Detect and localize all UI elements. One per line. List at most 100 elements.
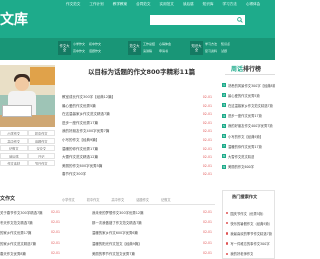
section-tab[interactable]: 高中作文 xyxy=(112,197,125,202)
sidebar-link[interactable]: 日记 xyxy=(27,152,55,159)
top-nav-link[interactable]: 工作计划 xyxy=(89,2,103,7)
ranking-item-title[interactable]: 大雪作文范文精选 xyxy=(228,154,254,159)
category-link[interactable]: 申请书 xyxy=(159,49,171,53)
ranking-item[interactable]: 2 最心爱的作文优秀5篇 xyxy=(222,90,275,100)
list-item[interactable]: 我未来的梦想作文300字优秀12篇 02-01 xyxy=(92,210,212,220)
search-input[interactable] xyxy=(150,15,235,25)
list-item[interactable]: 大雪作文范文精选12篇 02-01 xyxy=(62,155,212,164)
category-link[interactable]: 话题作文 xyxy=(89,49,101,53)
ranking-item-title[interactable]: 进步一座作文优秀17篇 xyxy=(228,113,262,118)
list-item[interactable]: 小写的作文【经典9篇】 02-01 xyxy=(62,138,212,147)
sidebar-link[interactable]: 话题作文 xyxy=(27,137,55,144)
sidebar-link[interactable]: 初中作文 xyxy=(27,130,55,136)
ranking-item[interactable]: 6 小写的作文【经典9篇】 xyxy=(222,131,275,141)
sidebar-link[interactable]: 高中作文 xyxy=(0,137,28,144)
top-nav-link[interactable]: 心得体会 xyxy=(246,2,260,7)
ranking-item-title[interactable]: 我的好朋友作文400字优秀7篇 xyxy=(228,123,273,128)
ranking-item[interactable]: 5 我的好朋友作文400字优秀7篇 xyxy=(222,121,275,131)
ranking-item[interactable]: 4 进步一座作文优秀17篇 xyxy=(222,111,275,121)
list-item[interactable]: 那一次我做错了作文范文精选7篇 02-01 xyxy=(92,220,212,230)
list-item[interactable]: 我的好朋友作文400字优秀7篇 02-01 xyxy=(62,129,212,138)
section-tab[interactable]: 小学作文 xyxy=(62,197,75,202)
item-title[interactable]: 春天作文优秀8篇 xyxy=(0,251,26,259)
list-item[interactable]: 温暖的阳光作文范文【经典9篇】 02-01 xyxy=(92,241,212,251)
category-link[interactable]: 复习资料 xyxy=(205,49,217,53)
category-link[interactable]: 小学作文 xyxy=(73,42,85,46)
hot-item[interactable]: 我最喜欢的季节作文精选7篇 xyxy=(226,228,275,238)
category-link[interactable]: 知识点 xyxy=(221,42,230,46)
top-nav-link[interactable]: 学习方法 xyxy=(222,2,236,7)
list-item[interactable]: 教室成长作文300字【经典12篇】 02-01 xyxy=(62,95,212,104)
list-item[interactable]: 美丽的季节作文范文优秀7篇 02-01 xyxy=(92,251,212,259)
item-title[interactable]: 冬天作文范文精选7篇 xyxy=(0,220,33,230)
list-item[interactable]: 的家乡作文范文精选7篇 02-01 xyxy=(0,241,60,251)
top-nav-link[interactable]: 合同范文 xyxy=(136,2,150,7)
site-logo[interactable]: 文库 xyxy=(0,13,28,27)
hot-item-title[interactable]: 国庆节作文（优秀5篇） xyxy=(230,211,265,216)
list-item[interactable]: 最心爱的作文优秀5篇 02-01 xyxy=(62,104,212,113)
sidebar-link[interactable]: 作文素材 xyxy=(0,160,28,166)
section-tab[interactable]: 话题作文 xyxy=(136,197,149,202)
item-title[interactable]: 在这温馨家乡作文范文精选7篇 xyxy=(62,112,110,121)
featured-image[interactable] xyxy=(0,65,55,127)
ranking-item[interactable]: 1 熟悉的风景作文300字【经典8篇】 xyxy=(222,80,275,90)
top-nav-link[interactable]: 读后感 xyxy=(183,2,194,7)
sidebar-link[interactable]: 小学作文 xyxy=(0,130,28,136)
sidebar-link[interactable]: 议论文 xyxy=(27,145,55,151)
hot-item[interactable]: 国庆节作文（优秀5篇） xyxy=(226,208,275,218)
hot-item-title[interactable]: 快乐的暑假作文（经典9篇） xyxy=(230,221,272,226)
top-nav-link[interactable]: 知识库 xyxy=(203,2,214,7)
hot-item-title[interactable]: 我的好老师作文 xyxy=(230,251,253,256)
featured-title[interactable]: 以目标为话题的作文800字精彩11篇 xyxy=(88,66,195,76)
hot-item[interactable]: 写一件难忘的事作文300字 xyxy=(226,239,275,249)
ranking-item[interactable]: 9 美丽的作文600字 xyxy=(222,162,275,172)
ranking-item-title[interactable]: 熟悉的风景作文300字【经典8篇】 xyxy=(228,83,275,88)
hot-item-title[interactable]: 我最喜欢的季节作文精选7篇 xyxy=(230,231,272,236)
category-label[interactable]: 知识大全 xyxy=(190,41,203,55)
item-title[interactable]: 温暖的你作文优秀17篇 xyxy=(62,147,98,156)
list-item[interactable]: 春天作文优秀8篇 02-01 xyxy=(0,251,60,259)
ranking-item[interactable]: 7 温暖的你作文优秀17篇 xyxy=(222,141,275,151)
item-title[interactable]: 教室成长作文300字【经典12篇】 xyxy=(62,95,115,104)
item-title[interactable]: 关于春节作文300字精选7篇 xyxy=(0,210,43,220)
ranking-item-title[interactable]: 美丽的作文600字 xyxy=(228,164,254,169)
item-title[interactable]: 的家乡作文优秀17篇 xyxy=(0,230,31,240)
top-nav-link[interactable]: 作文范文 xyxy=(66,2,80,7)
category-link[interactable]: 演讲稿 xyxy=(143,49,155,53)
section-tab[interactable]: 初中作文 xyxy=(87,197,100,202)
hot-item[interactable]: 我的好老师作文 xyxy=(226,249,275,259)
category-link[interactable]: 高中作文 xyxy=(73,49,85,53)
item-title[interactable]: 小写的作文【经典9篇】 xyxy=(62,138,99,147)
hot-item[interactable]: 快乐的暑假作文（经典9篇） xyxy=(226,218,275,228)
list-item[interactable]: 关于春节作文300字精选7篇 02-01 xyxy=(0,210,60,220)
top-nav-link[interactable]: 教学教案 xyxy=(113,2,127,7)
search-button[interactable] xyxy=(235,15,245,25)
section-tab[interactable]: 记叙文 xyxy=(161,197,171,202)
item-title[interactable]: 大雪作文范文精选12篇 xyxy=(62,155,98,164)
ranking-item-title[interactable]: 温暖的你作文优秀17篇 xyxy=(228,144,262,149)
item-title[interactable]: 最心爱的作文优秀5篇 xyxy=(62,104,96,113)
item-title[interactable]: 我未来的梦想作文300字优秀12篇 xyxy=(92,210,143,220)
sidebar-link[interactable]: 读后感 xyxy=(0,152,28,159)
category-link[interactable]: 心得体会 xyxy=(159,42,171,46)
ranking-item[interactable]: 3 在这温馨家乡作文范文精选7篇 xyxy=(222,100,275,110)
item-title[interactable]: 温暖的家乡作文600字优秀6篇 xyxy=(92,230,138,240)
top-nav-link[interactable]: 实用范文 xyxy=(160,2,174,7)
sidebar-link[interactable]: 记叙文 xyxy=(0,145,28,151)
list-item[interactable]: 温暖的家乡作文600字优秀6篇 02-01 xyxy=(92,230,212,240)
item-title[interactable]: 那一次我做错了作文范文精选7篇 xyxy=(92,220,142,230)
item-title[interactable]: 美丽的季节作文范文优秀7篇 xyxy=(92,251,135,259)
list-item[interactable]: 的家乡作文优秀17篇 02-01 xyxy=(0,230,60,240)
item-title[interactable]: 春节作文300字 xyxy=(62,172,86,181)
item-title[interactable]: 温暖的阳光作文范文【经典9篇】 xyxy=(92,241,142,251)
category-link[interactable]: 试题 xyxy=(221,49,230,53)
ranking-item-title[interactable]: 在这温馨家乡作文范文精选7篇 xyxy=(228,103,273,108)
ranking-item-title[interactable]: 小写的作文【经典9篇】 xyxy=(228,134,263,139)
list-item[interactable]: 春节作文300字 02-01 xyxy=(62,172,212,181)
list-item[interactable]: 冬天作文范文精选7篇 02-01 xyxy=(0,220,60,230)
category-link[interactable]: 初中作文 xyxy=(89,42,101,46)
list-item[interactable]: 温暖的你作文优秀17篇 02-01 xyxy=(62,147,212,156)
ranking-item[interactable]: 8 大雪作文范文精选 xyxy=(222,151,275,161)
hot-item-title[interactable]: 写一件难忘的事作文300字 xyxy=(230,241,269,246)
category-link[interactable]: 工作总结 xyxy=(143,42,155,46)
